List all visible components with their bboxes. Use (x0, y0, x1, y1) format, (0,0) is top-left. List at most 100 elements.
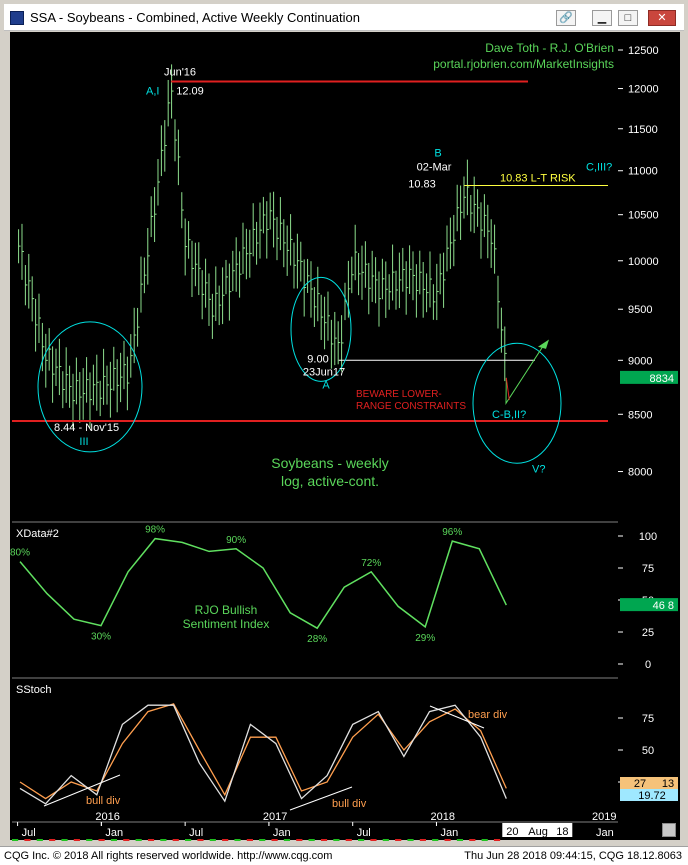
stoch-panel-title: SStoch (16, 684, 51, 696)
price-tick-label: 10500 (628, 210, 659, 222)
bull-div-label-1: bull div (86, 795, 121, 807)
price-tick-label: 9500 (628, 304, 652, 316)
timeline-strip (160, 839, 167, 841)
wave-label-cbii: C-B,II? (492, 409, 526, 421)
timeline-strip (370, 839, 377, 841)
price-tick-label: 12500 (628, 45, 659, 57)
sentiment-point-label: 29% (415, 633, 435, 644)
timeline-strip (345, 839, 352, 841)
timeline-strip (123, 839, 130, 841)
timeline-strip (36, 839, 43, 841)
timeline-strip (358, 839, 365, 841)
last-price-label: 8834 (650, 373, 674, 385)
status-bar: CQG Inc. © 2018 All rights reserved worl… (0, 846, 688, 865)
x-tick-label: Jan (596, 827, 614, 839)
wave-label-iii: III (79, 436, 88, 448)
timeline-strip (147, 839, 155, 841)
timeline-strip (407, 839, 414, 841)
sentiment-point-label: 96% (442, 527, 462, 538)
timeline-strip (333, 839, 340, 841)
chart-title: Soybeans - weekly (271, 455, 389, 471)
price-tick-label: 8500 (628, 409, 652, 421)
annotation-jun17-label: 23Jun17 (303, 366, 345, 378)
sentiment-tick-label: 0 (645, 659, 651, 671)
timeline-strip (24, 839, 31, 841)
sentiment-tick-label: 75 (642, 563, 654, 575)
timeline-strip (395, 839, 402, 841)
price-tick-label: 11000 (628, 166, 658, 178)
timeline-strip (308, 839, 315, 841)
timeline-strip (259, 839, 266, 841)
price-tick-label: 11500 (628, 124, 658, 136)
x-tick-label: 2017 (263, 811, 287, 823)
timeline-strip (172, 839, 179, 841)
timeline-strip (185, 839, 192, 841)
timeline-strip (86, 839, 93, 841)
stoch-last-label-2: 13 (662, 778, 674, 790)
annotation-jun16-value: 12.09 (176, 85, 204, 97)
annotation-nov15-label: 8.44 - Nov'15 (54, 422, 119, 434)
scroll-right-button[interactable] (662, 823, 676, 837)
wave-label-v: V? (532, 464, 545, 476)
wave-circle-cb (472, 342, 562, 464)
timeline-strip (283, 839, 291, 841)
sentiment-point-label: 72% (361, 558, 381, 569)
x-tick-label: 2018 (430, 811, 454, 823)
stoch-last-label-3: 19.72 (638, 790, 666, 802)
annotation-02mar-label: 02-Mar (417, 161, 452, 173)
projection-arrow-head (538, 339, 549, 349)
sentiment-index-label: Sentiment Index (183, 617, 270, 631)
price-tick-label: 8000 (628, 467, 652, 479)
copyright-text: CQG Inc. © 2018 All rights reserved worl… (4, 850, 333, 862)
x-tick-label: Jul (357, 827, 371, 839)
sentiment-last-label: 46 8 (653, 600, 674, 612)
date-cursor-year: 18 (556, 826, 568, 838)
timeline-strip (320, 839, 328, 841)
date-cursor-day: 20 (506, 826, 518, 838)
timeline-strip (432, 839, 439, 841)
timeline-strip (61, 839, 68, 841)
wave-label-ai: A,I (146, 85, 159, 97)
sentiment-point-label: 80% (10, 548, 30, 559)
wave-label-b: B (434, 147, 441, 159)
chart-svg: 12500 12000 11500 11000 10500 10000 9500 9000 85… (10, 41, 678, 841)
timeline-strip (444, 839, 451, 841)
x-tick-label: Jul (22, 827, 36, 839)
timeline-strip (382, 839, 389, 841)
range-constraint-label: RANGE CONSTRAINTS (356, 401, 466, 412)
x-tick-label: 2016 (95, 811, 119, 823)
timestamp-text: Thu Jun 28 2018 09:44:15, CQG 18.12.8063 (464, 850, 682, 862)
timeline-strip (234, 839, 241, 841)
sentiment-point-label: 90% (226, 535, 246, 546)
timeline-strip (98, 839, 105, 841)
timeline-strip (296, 839, 303, 841)
stoch-tick-label: 50 (642, 745, 654, 757)
forecast-down-arrow (505, 377, 510, 401)
timeline-strip (110, 839, 118, 841)
price-tick-label: 10000 (628, 256, 659, 268)
stoch-last-label-1: 27 (634, 778, 646, 790)
timeline-strip (12, 839, 19, 841)
timeline-strip (209, 839, 216, 841)
sentiment-point-label: 28% (307, 634, 327, 645)
sentiment-line (19, 537, 507, 630)
timeline-strip (222, 839, 229, 841)
stoch-tick-label: 75 (642, 713, 654, 725)
risk-label: 10.83 L-T RISK (500, 172, 576, 184)
sentiment-point-label: 30% (91, 632, 111, 643)
timeline-strip (49, 839, 56, 841)
x-tick-label: 2019 (592, 811, 616, 823)
author-label: Dave Toth - R.J. O'Brien (485, 41, 614, 55)
date-cursor-month: Aug (528, 826, 548, 838)
sentiment-tick-label: 25 (642, 627, 654, 639)
wave-label-a: A (322, 379, 330, 391)
wave-label-ciii: C,III? (586, 162, 612, 174)
x-tick-label: Jan (273, 827, 291, 839)
price-tick-label: 9000 (628, 355, 652, 367)
price-tick-label: 12000 (628, 84, 659, 96)
sentiment-tick-label: 100 (639, 531, 657, 543)
chart-title: log, active-cont. (281, 473, 379, 489)
annotation-02mar-value: 10.83 (408, 178, 436, 190)
timeline-strip (469, 839, 476, 841)
range-constraint-label: BEWARE LOWER- (356, 389, 442, 400)
